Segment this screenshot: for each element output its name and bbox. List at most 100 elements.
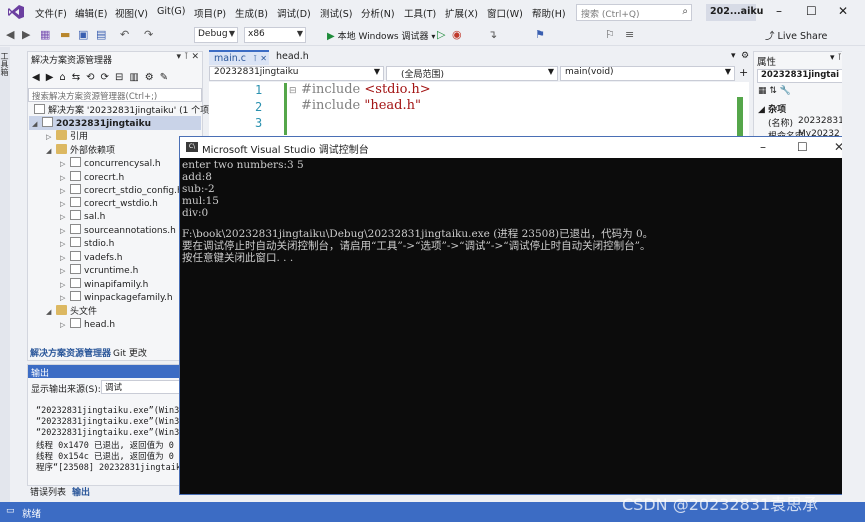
menu-analyze[interactable]: 分析(N): [361, 6, 395, 20]
config-select[interactable]: Debug ▼: [194, 27, 238, 43]
expand-arrow-icon[interactable]: ▷: [60, 292, 70, 305]
expand-arrow-icon[interactable]: ▷: [60, 211, 70, 224]
save-icon[interactable]: ▣: [78, 28, 88, 41]
menu-extensions[interactable]: 扩展(X): [445, 6, 478, 20]
tree-item-file[interactable]: ▷ corecrt_wstdio.h: [60, 197, 158, 210]
undo-icon[interactable]: ↶: [120, 28, 129, 41]
forward-icon[interactable]: ▶: [22, 28, 30, 41]
minimize-icon[interactable]: –: [760, 140, 766, 154]
settings-gear-icon[interactable]: ⚙: [741, 51, 749, 61]
tab-git-changes[interactable]: Git 更改: [113, 346, 147, 359]
expand-arrow-icon[interactable]: ▷: [60, 265, 70, 278]
tab-main-c[interactable]: main.c ⊺ ✕: [209, 50, 269, 65]
open-folder-icon[interactable]: ▬: [60, 28, 70, 41]
categorized-icon[interactable]: ▦ ⇅ 🔧: [758, 86, 791, 96]
search-input[interactable]: 搜索 (Ctrl+Q) ⌕: [576, 4, 692, 21]
menu-debug[interactable]: 调试(D): [277, 6, 311, 20]
menu-edit[interactable]: 编辑(E): [75, 6, 107, 20]
panel-controls[interactable]: ▾ ⊺ ✕: [177, 52, 199, 62]
menu-tools[interactable]: 工具(T): [404, 6, 436, 20]
maximize-icon[interactable]: ☐: [797, 140, 808, 154]
hot-reload-icon[interactable]: ◉: [452, 28, 462, 41]
close-icon[interactable]: ✕: [838, 4, 848, 18]
tree-item-file[interactable]: ▷ winapifamily.h: [60, 278, 148, 291]
history-icon[interactable]: ⟲: [86, 72, 94, 83]
tree-item-file[interactable]: ▷ concurrencysal.h: [60, 157, 161, 170]
tree-item-external-deps[interactable]: ◢ 外部依赖项: [46, 144, 115, 157]
collapse-icon[interactable]: ⊟: [115, 72, 123, 83]
toolbox-tab[interactable]: 工具箱: [0, 52, 10, 76]
close-icon[interactable]: ✕: [260, 54, 267, 63]
tree-item-file[interactable]: ▷ corecrt.h: [60, 171, 124, 184]
tab-list-icon[interactable]: ▾: [731, 51, 736, 61]
properties-icon[interactable]: ⚙: [145, 72, 154, 83]
show-all-icon[interactable]: ▥: [129, 72, 138, 83]
menu-window[interactable]: 窗口(W): [487, 6, 523, 20]
maximize-icon[interactable]: ☐: [806, 4, 817, 18]
expand-arrow-icon[interactable]: ▷: [60, 158, 70, 171]
tab-solution-explorer[interactable]: 解决方案资源管理器: [30, 346, 111, 359]
platform-select[interactable]: x86 ▼: [244, 27, 306, 43]
code-editor[interactable]: 1 2 3 ⊟ #include <stdio.h> #include "hea…: [209, 82, 749, 142]
expand-arrow-icon[interactable]: ▷: [60, 319, 70, 332]
collapse-arrow-icon[interactable]: ◢: [32, 118, 42, 131]
tree-item-file[interactable]: ▷ sourceannotations.h: [60, 224, 176, 237]
fold-icon[interactable]: ⊟: [289, 86, 297, 96]
forward-icon[interactable]: ▶: [46, 72, 54, 83]
redo-icon[interactable]: ↷: [144, 28, 153, 41]
collapse-arrow-icon[interactable]: ◢: [46, 145, 56, 158]
debug-console-window[interactable]: C\ Microsoft Visual Studio 调试控制台 – ☐ ✕ e…: [179, 136, 860, 495]
back-icon[interactable]: ◀: [32, 72, 40, 83]
tab-output[interactable]: 输出: [72, 485, 90, 498]
minimize-icon[interactable]: –: [776, 4, 782, 18]
wrench-icon[interactable]: ✎: [160, 72, 168, 83]
property-value[interactable]: 20232831: [798, 116, 844, 126]
back-icon[interactable]: ◀: [6, 28, 14, 41]
menu-project[interactable]: 项目(P): [194, 6, 226, 20]
expand-arrow-icon[interactable]: ▷: [60, 238, 70, 251]
tree-item-file[interactable]: ▷ vadefs.h: [60, 251, 123, 264]
solution-search-input[interactable]: 搜索解决方案资源管理器(Ctrl+;): [28, 88, 202, 102]
sync-icon[interactable]: ⟳: [101, 72, 109, 83]
tree-item-file[interactable]: ▷ sal.h: [60, 210, 105, 223]
project-nav-select[interactable]: 20232831jingtaiku ▼: [209, 66, 384, 81]
solution-name-badge[interactable]: 202...aiku: [706, 4, 763, 21]
save-all-icon[interactable]: ▤: [96, 28, 106, 41]
menu-test[interactable]: 测试(S): [320, 6, 352, 20]
pin-icon[interactable]: ⊺: [253, 54, 257, 63]
scope-nav-select[interactable]: (全局范围) ▼: [386, 66, 558, 81]
live-share-label: Live Share: [777, 31, 828, 42]
tree-item-solution[interactable]: 解决方案 '20232831jingtaiku' (1 个项: [34, 104, 209, 117]
diagnostics-icon[interactable]: ⚑: [535, 28, 545, 41]
collapse-arrow-icon[interactable]: ◢: [46, 306, 56, 319]
tree-item-file[interactable]: ▷ head.h: [60, 318, 115, 331]
bookmark-icon[interactable]: ⚐: [605, 28, 615, 41]
menu-git[interactable]: Git(G): [157, 6, 186, 17]
menu-help[interactable]: 帮助(H): [532, 6, 566, 20]
menu-file[interactable]: 文件(F): [35, 6, 67, 20]
new-project-icon[interactable]: ▦: [40, 28, 50, 41]
expand-arrow-icon[interactable]: ▷: [46, 131, 56, 144]
member-nav-select[interactable]: main(void) ▼: [560, 66, 735, 81]
tree-item-file[interactable]: ▷ corecrt_stdio_config.h: [60, 184, 183, 197]
home-icon[interactable]: ⌂: [59, 72, 65, 83]
menu-build[interactable]: 生成(B): [235, 6, 268, 20]
tree-item-file[interactable]: ▷ stdio.h: [60, 237, 114, 250]
tree-item-header-files[interactable]: ◢ 头文件: [46, 305, 97, 318]
tree-item-references[interactable]: ▷ 引用: [46, 130, 88, 143]
start-debugging-button[interactable]: ▶ 本地 Windows 调试器 ▾: [327, 29, 435, 42]
tree-item-file[interactable]: ▷ vcruntime.h: [60, 264, 138, 277]
tree-item-project[interactable]: ◢ 20232831jingtaiku: [32, 117, 151, 130]
add-icon[interactable]: +: [739, 66, 748, 79]
solution-explorer-tabs: 解决方案资源管理器 Git 更改: [27, 345, 203, 359]
comment-icon[interactable]: ≡: [625, 28, 634, 41]
menu-view[interactable]: 视图(V): [115, 6, 148, 20]
switch-views-icon[interactable]: ⇆: [72, 72, 80, 83]
tab-error-list[interactable]: 错误列表: [30, 485, 66, 498]
tab-head-h[interactable]: head.h: [271, 50, 333, 65]
tree-item-file[interactable]: ▷ winpackagefamily.h: [60, 291, 173, 304]
console-titlebar[interactable]: C\ Microsoft Visual Studio 调试控制台 – ☐ ✕: [180, 137, 859, 158]
start-without-debugging-icon[interactable]: ▷: [437, 28, 445, 41]
step-icon[interactable]: ↴: [488, 28, 497, 41]
live-share-button[interactable]: ⤴ Live Share: [765, 28, 827, 42]
